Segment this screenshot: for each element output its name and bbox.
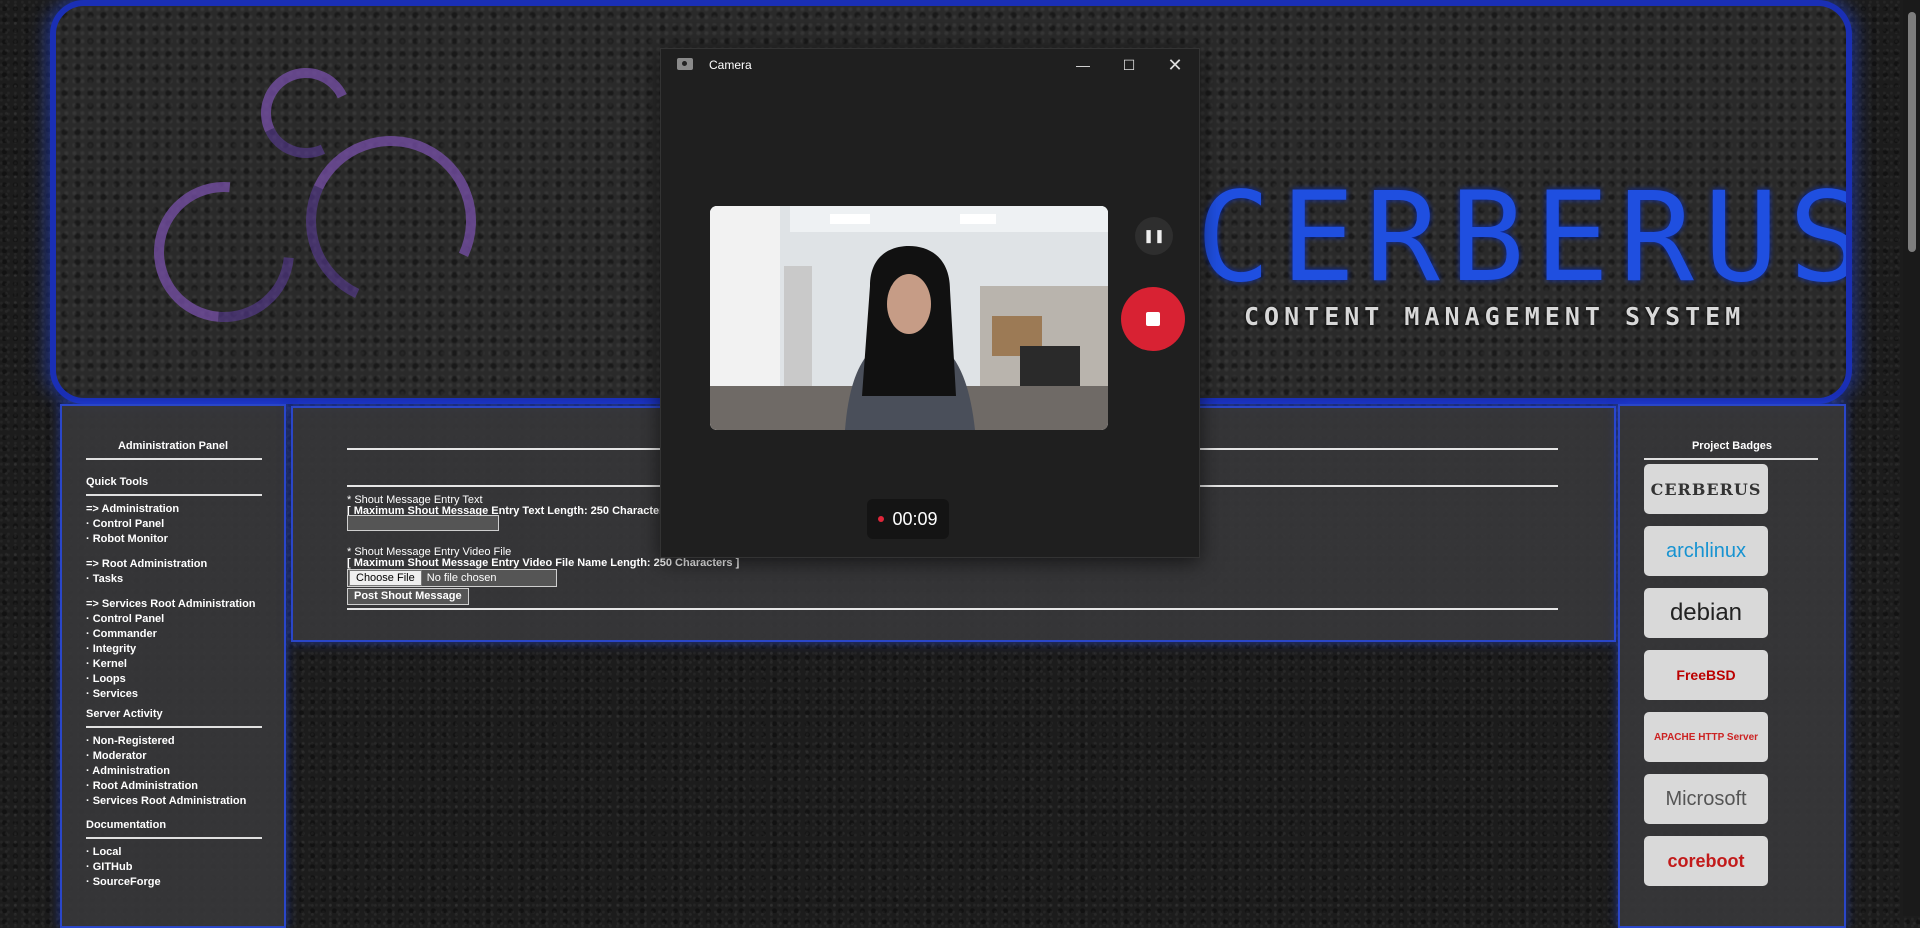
recording-time: 00:09 xyxy=(892,508,938,529)
camera-preview-image xyxy=(710,206,1108,430)
recording-timer: 00:09 xyxy=(867,499,949,539)
server-activity-services-root-administration[interactable]: · Services Root Administration xyxy=(86,794,262,809)
badge-microsoft[interactable]: Microsoft xyxy=(1644,774,1768,824)
server-activity-heading: Server Activity xyxy=(86,708,163,720)
choose-file-button[interactable]: Choose File xyxy=(349,570,422,586)
quick-tools-root-administration[interactable]: => Root Administration xyxy=(86,557,262,572)
shout-text-input[interactable] xyxy=(347,515,499,531)
shout-video-hint: [ Maximum Shout Message Entry Video File… xyxy=(347,557,740,569)
documentation-github[interactable]: · GITHub xyxy=(86,860,262,875)
camera-window-title: Camera xyxy=(709,58,752,72)
camera-window[interactable]: Camera — ☐ ✕ ❚❚ 00:09 xyxy=(660,48,1200,558)
badge-freebsd[interactable]: FreeBSD xyxy=(1644,650,1768,700)
page-scrollbar[interactable] xyxy=(1903,0,1920,916)
quick-tools-control-panel[interactable]: · Control Panel xyxy=(86,517,262,532)
decorative-swirl xyxy=(125,153,323,351)
recording-indicator-icon xyxy=(878,516,885,522)
documentation-heading: Documentation xyxy=(86,819,167,831)
scrollbar-thumb[interactable] xyxy=(1908,12,1916,252)
quick-tools-heading: Quick Tools xyxy=(86,476,149,488)
services-commander[interactable]: · Commander xyxy=(86,627,262,642)
minimize-icon[interactable]: — xyxy=(1061,51,1105,79)
quick-tools-robot-monitor[interactable]: · Robot Monitor xyxy=(86,532,262,547)
project-badges-panel: Project Badges CERBERUS archlinux debian… xyxy=(1618,404,1846,928)
badge-cerberus[interactable]: CERBERUS xyxy=(1644,464,1768,514)
quick-tools-tasks[interactable]: · Tasks xyxy=(86,572,262,587)
video-file-input[interactable]: Choose File No file chosen xyxy=(347,569,557,587)
server-activity-non-registered[interactable]: · Non-Registered xyxy=(86,734,262,749)
administration-panel: Administration Panel Quick Tools => Admi… xyxy=(60,404,286,928)
site-logo-text: CERBERUS xyxy=(1196,166,1846,310)
badge-apache[interactable]: APACHE HTTP Server xyxy=(1644,712,1768,762)
quick-tools-administration[interactable]: => Administration xyxy=(86,502,262,517)
camera-preview xyxy=(710,206,1108,430)
maximize-icon[interactable]: ☐ xyxy=(1107,51,1151,79)
administration-panel-title: Administration Panel xyxy=(117,440,229,452)
services-services[interactable]: · Services xyxy=(86,687,262,702)
services-kernel[interactable]: · Kernel xyxy=(86,657,262,672)
divider xyxy=(347,608,1558,610)
services-loops[interactable]: · Loops xyxy=(86,672,262,687)
site-logo-subtitle: CONTENT MANAGEMENT SYSTEM xyxy=(1244,302,1746,331)
stop-recording-button[interactable] xyxy=(1121,287,1185,351)
documentation-sourceforge[interactable]: · SourceForge xyxy=(86,875,262,890)
stop-icon xyxy=(1146,312,1160,326)
pause-icon[interactable]: ❚❚ xyxy=(1135,217,1173,255)
post-shout-message-button[interactable]: Post Shout Message xyxy=(347,588,469,605)
services-control-panel[interactable]: · Control Panel xyxy=(86,612,262,627)
project-badges-title: Project Badges xyxy=(1691,440,1773,452)
server-activity-moderator[interactable]: · Moderator xyxy=(86,749,262,764)
server-activity-root-administration[interactable]: · Root Administration xyxy=(86,779,262,794)
quick-tools-services-root-administration[interactable]: => Services Root Administration xyxy=(86,597,262,612)
services-integrity[interactable]: · Integrity xyxy=(86,642,262,657)
badge-debian[interactable]: debian xyxy=(1644,588,1768,638)
no-file-chosen-text: No file chosen xyxy=(426,572,497,584)
badge-archlinux[interactable]: archlinux xyxy=(1644,526,1768,576)
camera-icon xyxy=(677,58,693,70)
server-activity-administration[interactable]: · Administration xyxy=(86,764,262,779)
badge-coreboot[interactable]: coreboot xyxy=(1644,836,1768,886)
documentation-local[interactable]: · Local xyxy=(86,845,262,860)
close-icon[interactable]: ✕ xyxy=(1153,51,1197,79)
